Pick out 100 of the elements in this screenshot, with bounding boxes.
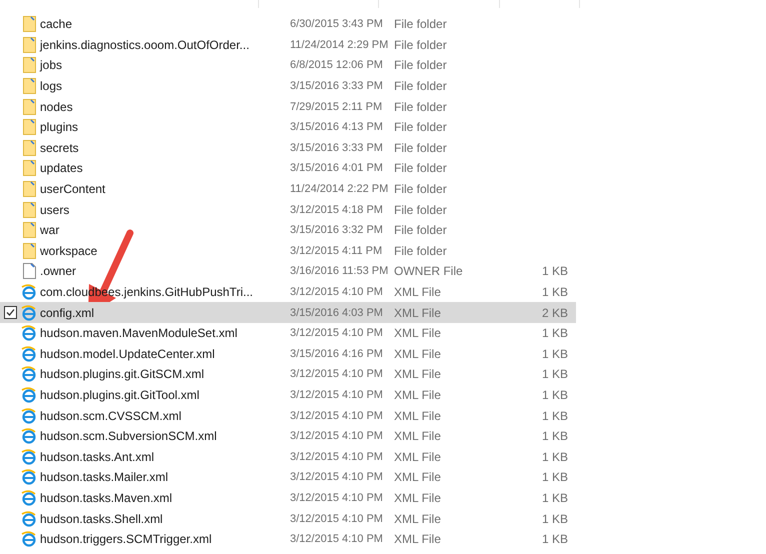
file-row[interactable]: logs 3/15/2016 3:33 PM File folder	[0, 76, 576, 96]
file-size: 1 KB	[542, 512, 568, 526]
file-name: hudson.tasks.Mailer.xml	[39, 470, 170, 484]
folder-icon	[22, 160, 36, 176]
file-type: File folder	[394, 58, 448, 72]
file-row[interactable]: hudson.model.UpdateCenter.xml 3/15/2016 4:16 PM XML File 1 KB	[0, 344, 576, 364]
file-type: File folder	[394, 161, 448, 176]
date-modified: 6/30/2015 3:43 PM	[290, 18, 384, 30]
file-row[interactable]: hudson.maven.MavenModuleSet.xml 3/12/2015 4:10 PM XML File 1 KB	[0, 322, 576, 344]
file-type: File folder	[394, 182, 448, 196]
folder-icon	[22, 36, 36, 53]
file-row[interactable]: cache 6/30/2015 3:43 PM File folder	[0, 14, 576, 35]
file-row[interactable]: workspace 3/12/2015 4:11 PM File folder	[0, 240, 576, 262]
file-name: hudson.triggers.SCMTrigger.xml	[39, 532, 213, 546]
folder-icon	[22, 181, 36, 198]
date-modified: 11/24/2014 2:22 PM	[290, 183, 390, 196]
file-row[interactable]: plugins 3/15/2016 4:13 PM File folder	[0, 116, 576, 138]
file-name: hudson.maven.MavenModuleSet.xml	[39, 326, 238, 340]
file-row[interactable]: war 3/15/2016 3:32 PM File folder	[0, 220, 576, 241]
date-modified: 3/15/2016 4:16 PM	[290, 348, 384, 360]
date-modified: 3/12/2015 4:10 PM	[290, 327, 384, 340]
browser-e-icon	[21, 325, 37, 342]
date-modified: 3/12/2015 4:10 PM	[290, 388, 384, 401]
file-name: users	[39, 202, 70, 217]
file-type: XML File	[394, 285, 442, 300]
file-row[interactable]: hudson.tasks.Ant.xml 3/12/2015 4:10 PM XML File 1 KB	[0, 446, 576, 468]
file-name: cache	[39, 17, 74, 32]
file-row[interactable]: secrets 3/15/2016 3:33 PM File folder	[0, 138, 576, 158]
date-modified: 3/15/2016 3:32 PM	[290, 224, 384, 236]
file-row[interactable]: hudson.plugins.git.GitTool.xml 3/12/2015 4:10 PM XML File 1 KB	[0, 384, 576, 406]
date-modified: 3/12/2015 4:10 PM	[290, 492, 384, 504]
folder-icon	[22, 222, 36, 238]
file-row[interactable]: hudson.tasks.Shell.xml 3/12/2015 4:10 PM XML File 1 KB	[0, 508, 576, 529]
browser-e-icon	[21, 284, 37, 300]
file-type: File folder	[394, 38, 448, 52]
file-name: jobs	[39, 58, 64, 72]
browser-e-icon	[21, 448, 37, 465]
file-size: 1 KB	[542, 326, 568, 340]
file-type: XML File	[394, 388, 442, 402]
file-type: XML File	[394, 326, 442, 340]
browser-e-icon	[21, 428, 37, 444]
file-type: File folder	[394, 223, 448, 238]
document-icon	[22, 263, 36, 280]
folder-icon	[22, 242, 36, 259]
file-name: nodes	[39, 100, 74, 114]
browser-e-icon	[21, 408, 37, 424]
file-name: workspace	[39, 244, 98, 258]
file-size: 1 KB	[542, 264, 568, 278]
file-row[interactable]: hudson.scm.SubversionSCM.xml 3/12/2015 4:10 PM XML File 1 KB	[0, 426, 576, 446]
file-row[interactable]: userContent 11/24/2014 2:22 PM File folder	[0, 178, 576, 200]
file-row[interactable]: jenkins.diagnostics.ooom.OutOfOrder... 11/24/2014 2:29 PM File folder	[0, 34, 576, 56]
file-type: XML File	[394, 367, 442, 382]
file-row[interactable]: .owner 3/16/2016 11:53 PM OWNER File 1 KB	[0, 261, 576, 282]
file-row[interactable]: config.xml 3/15/2016 4:03 PM XML File 2 KB	[0, 302, 576, 323]
file-type: File folder	[394, 100, 448, 114]
file-type: File folder	[394, 17, 448, 32]
date-modified: 3/12/2015 4:10 PM	[290, 533, 384, 546]
file-name: hudson.tasks.Shell.xml	[39, 512, 164, 526]
file-type: File folder	[394, 244, 448, 258]
file-row[interactable]: nodes 7/29/2015 2:11 PM File folder	[0, 96, 576, 117]
folder-icon	[22, 16, 36, 32]
file-name: config.xml	[39, 306, 96, 320]
date-modified: 3/15/2016 3:33 PM	[290, 80, 384, 92]
file-name: hudson.plugins.git.GitTool.xml	[39, 388, 200, 402]
file-size: 1 KB	[542, 285, 568, 300]
date-modified: 3/12/2015 4:10 PM	[290, 430, 384, 442]
file-name: hudson.scm.SubversionSCM.xml	[39, 429, 218, 444]
file-size: 1 KB	[542, 367, 568, 382]
file-type: XML File	[394, 450, 442, 464]
folder-icon	[22, 119, 36, 136]
file-row[interactable]: hudson.scm.CVSSCM.xml 3/12/2015 4:10 PM XML File 1 KB	[0, 405, 576, 426]
date-modified: 6/8/2015 12:06 PM	[290, 59, 384, 72]
file-row[interactable]: users 3/12/2015 4:18 PM File folder	[0, 199, 576, 220]
file-row[interactable]: hudson.tasks.Maven.xml 3/12/2015 4:10 PM XML File 1 KB	[0, 488, 576, 508]
file-name: .owner	[39, 264, 78, 278]
file-type: File folder	[394, 140, 448, 155]
file-name: hudson.scm.CVSSCM.xml	[39, 408, 182, 423]
file-name: updates	[39, 161, 84, 176]
browser-e-icon	[21, 510, 37, 527]
file-size: 1 KB	[542, 450, 568, 464]
date-modified: 11/24/2014 2:29 PM	[290, 38, 390, 51]
file-size: 1 KB	[542, 532, 568, 546]
folder-icon	[22, 57, 36, 74]
file-row[interactable]: hudson.plugins.git.GitSCM.xml 3/12/2015 4:10 PM XML File 1 KB	[0, 364, 576, 385]
file-type: XML File	[394, 512, 442, 526]
file-row[interactable]: updates 3/15/2016 4:01 PM File folder	[0, 158, 576, 179]
file-name: logs	[39, 79, 64, 94]
date-modified: 3/15/2016 4:01 PM	[290, 162, 384, 174]
file-type: XML File	[394, 470, 442, 484]
file-row[interactable]: hudson.triggers.SCMTrigger.xml 3/12/2015 4:10 PM XML File 1 KB	[0, 528, 576, 550]
file-type: File folder	[394, 202, 448, 217]
date-modified: 3/12/2015 4:10 PM	[290, 512, 384, 525]
file-row[interactable]: hudson.tasks.Mailer.xml 3/12/2015 4:10 PM XML File 1 KB	[0, 467, 576, 488]
file-row[interactable]: jobs 6/8/2015 12:06 PM File folder	[0, 55, 576, 76]
file-size: 1 KB	[542, 388, 568, 402]
file-name: war	[39, 223, 60, 238]
file-size: 1 KB	[542, 429, 568, 444]
date-modified: 3/12/2015 4:10 PM	[290, 450, 384, 463]
file-name: jenkins.diagnostics.ooom.OutOfOrder...	[39, 38, 250, 52]
checkbox[interactable]	[4, 306, 17, 320]
